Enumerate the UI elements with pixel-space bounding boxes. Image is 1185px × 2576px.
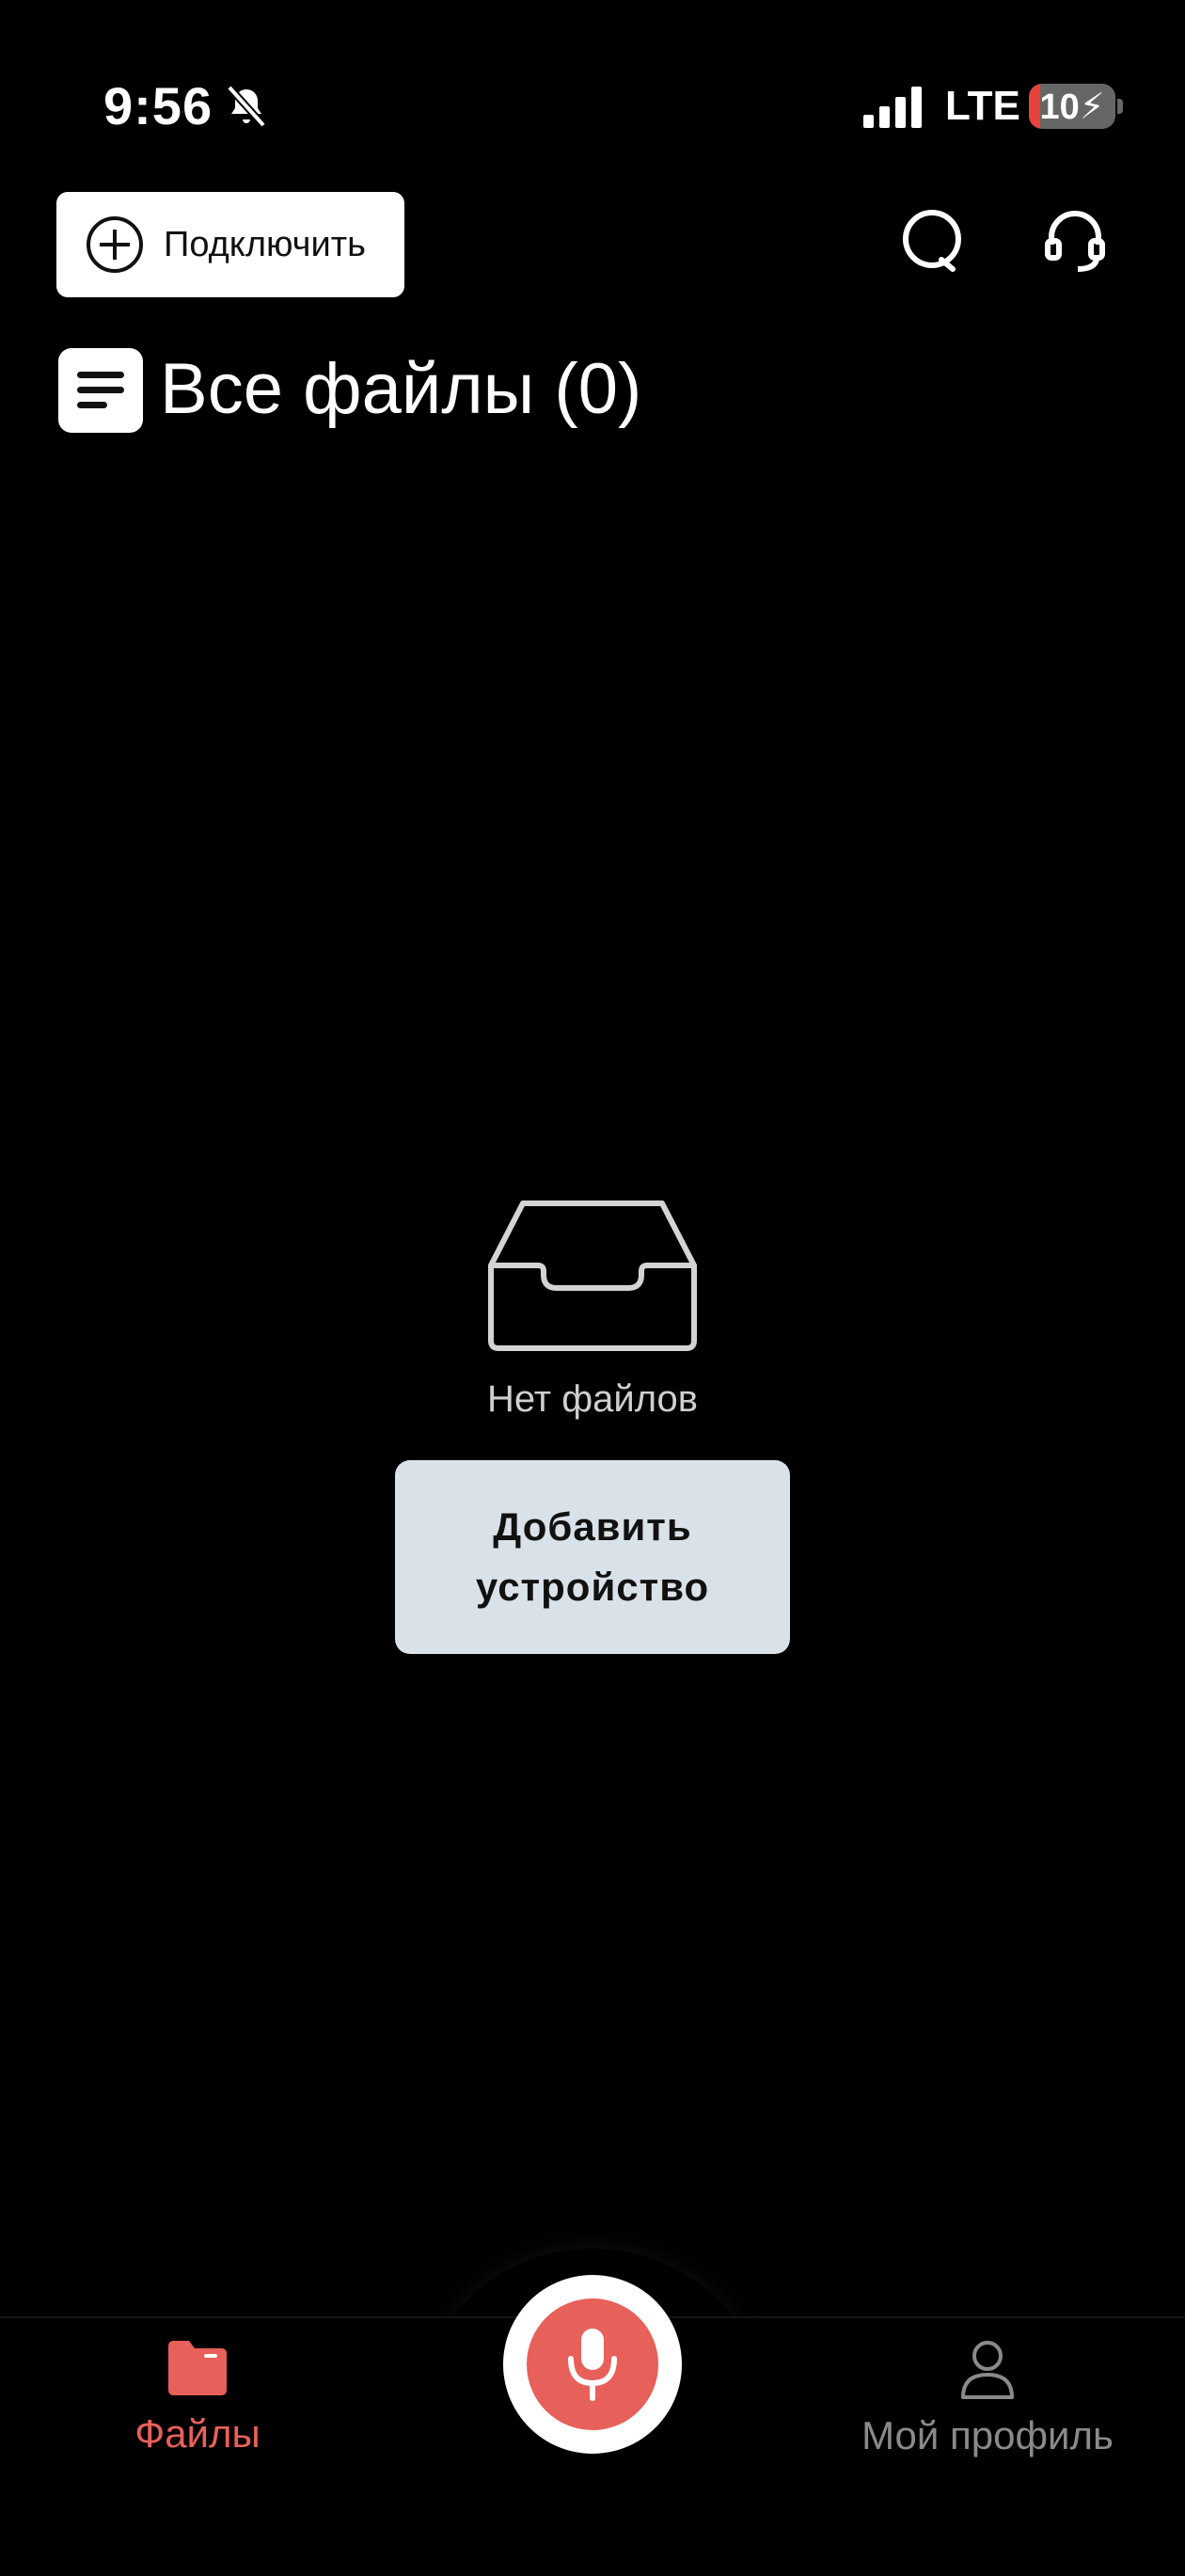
network-type: LTE <box>945 83 1020 129</box>
nav-files-tab[interactable]: Файлы <box>113 2339 282 2457</box>
bell-muted-icon <box>227 85 266 128</box>
add-device-label: Добавить устройство <box>475 1504 710 1609</box>
microphone-icon <box>568 2329 617 2401</box>
status-time: 9:56 <box>103 76 213 135</box>
add-device-button[interactable]: Добавить устройство <box>395 1460 790 1654</box>
connect-label: Подключить <box>164 224 366 264</box>
inbox-tray-icon <box>488 1201 697 1351</box>
battery-indicator: 10⚡ <box>1029 84 1115 129</box>
search-icon[interactable] <box>900 209 966 275</box>
page-title: Все файлы (0) <box>160 349 642 429</box>
nav-profile-tab[interactable]: Мой профиль <box>846 2339 1129 2458</box>
record-button[interactable] <box>503 2275 682 2454</box>
empty-state-message: Нет файлов <box>486 1378 699 1420</box>
list-icon[interactable] <box>58 348 143 433</box>
user-icon <box>961 2341 1014 2399</box>
battery-tip <box>1117 99 1123 114</box>
headset-icon[interactable] <box>1042 209 1108 275</box>
folder-icon <box>168 2341 227 2395</box>
nav-profile-label: Мой профиль <box>861 2413 1114 2457</box>
signal-icon <box>863 87 922 128</box>
battery-level: 10 <box>1039 87 1080 127</box>
plus-circle-icon <box>87 216 143 273</box>
nav-files-label: Файлы <box>134 2411 261 2456</box>
connect-button[interactable]: Подключить <box>56 192 404 297</box>
